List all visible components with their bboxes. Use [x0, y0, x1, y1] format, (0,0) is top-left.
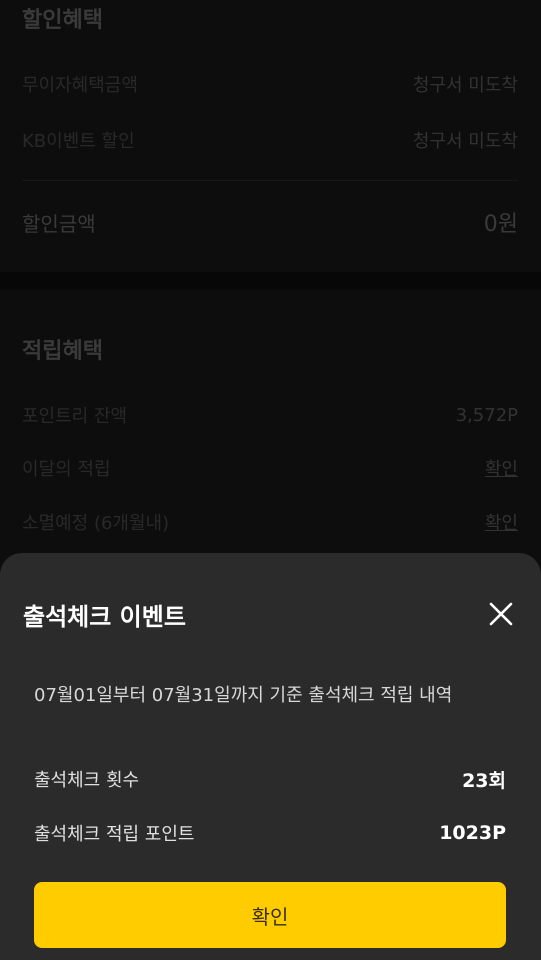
attendance-point-row: 출석체크 적립 포인트 1023P: [34, 819, 506, 847]
sheet-title: 출석체크 이벤트: [23, 603, 186, 631]
row-label: 출석체크 적립 포인트: [34, 824, 195, 845]
row-value: 23회: [462, 769, 506, 792]
close-button[interactable]: [484, 597, 518, 631]
row-label: 출석체크 횟수: [34, 770, 140, 791]
confirm-button[interactable]: 확인: [34, 882, 506, 948]
row-value: 1023P: [439, 822, 506, 844]
close-icon: [489, 602, 513, 626]
sheet-description: 07월01일부터 07월31일까지 기준 출석체크 적립 내역: [34, 685, 453, 706]
attendance-event-sheet: 출석체크 이벤트 07월01일부터 07월31일까지 기준 출석체크 적립 내역…: [0, 553, 541, 960]
attendance-count-row: 출석체크 횟수 23회: [34, 765, 506, 793]
